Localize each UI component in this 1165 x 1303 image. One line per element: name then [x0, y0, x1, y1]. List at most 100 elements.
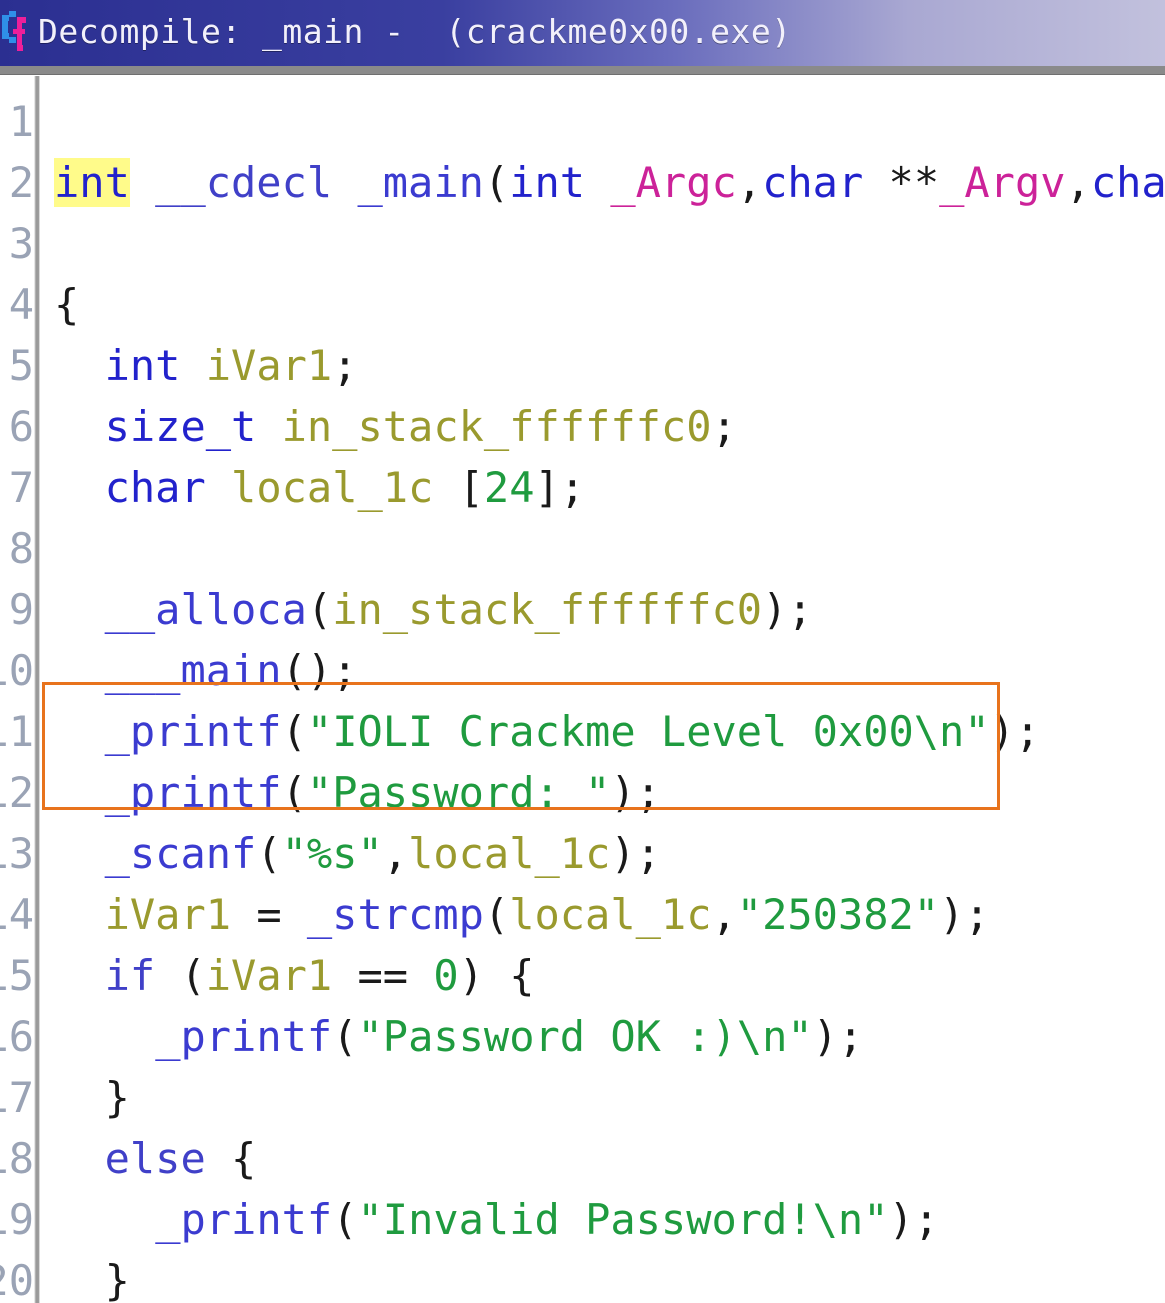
code-token: "Password: " [306, 768, 611, 817]
code-token: ); [812, 1012, 864, 1061]
code-line[interactable]: { [54, 274, 79, 335]
code-token: _printf [104, 768, 282, 817]
line-number: 5 [8, 341, 34, 390]
code-line[interactable]: char local_1c [24]; [105, 457, 585, 518]
titlebar-divider [0, 66, 1165, 75]
code-token: iVar1 [104, 890, 232, 939]
code-token: , [736, 158, 763, 207]
code-token: _scanf [104, 829, 257, 878]
code-token: { [54, 280, 80, 329]
code-token: } [104, 1073, 130, 1122]
code-token: ); [989, 707, 1041, 756]
line-number: 19 [0, 1195, 34, 1244]
code-line[interactable]: if (iVar1 == 0) { [105, 945, 535, 1006]
code-token: ; [711, 402, 737, 451]
code-token: ( [281, 707, 307, 756]
code-token: char [1090, 158, 1165, 207]
code-token: ); [610, 829, 661, 878]
code-line[interactable]: iVar1 = _strcmp(local_1c,"250382"); [105, 884, 990, 945]
code-token: == [332, 951, 434, 1000]
code-token: in_stack_ffffffc0 [281, 402, 712, 451]
line-number: 14 [0, 890, 34, 939]
code-token: } [104, 1256, 130, 1303]
code-line[interactable]: ___main(); [105, 640, 358, 701]
code-token: "Invalid Password!\n" [357, 1195, 889, 1244]
code-token: local_1c [231, 463, 434, 512]
code-token: , [711, 890, 737, 939]
line-number: 16 [0, 1012, 34, 1061]
code-token: char [762, 158, 864, 207]
code-token: ); [610, 768, 661, 817]
decompiler-window-titlebar: Decompile: _main - (crackme0x00.exe) [0, 0, 1165, 66]
code-token: ); [762, 585, 813, 634]
code-line[interactable]: _printf("Invalid Password!\n"); [155, 1189, 939, 1250]
code-line[interactable]: else { [105, 1128, 257, 1189]
code-line[interactable]: int iVar1; [105, 335, 358, 396]
line-number: 18 [0, 1134, 34, 1183]
line-number: 1 [8, 97, 34, 146]
code-token: _printf [155, 1012, 333, 1061]
line-number: 6 [8, 402, 34, 451]
line-number-clip: 1234567891011121314151617181920 [0, 76, 34, 1303]
code-token: "250382" [736, 890, 940, 939]
line-number: 20 [0, 1256, 34, 1303]
code-token: ___main [104, 646, 282, 695]
code-token: ** [863, 158, 940, 207]
code-token: [ [433, 463, 484, 512]
code-line[interactable]: size_t in_stack_ffffffc0; [105, 396, 737, 457]
line-number: 11 [0, 707, 34, 756]
code-token: ]; [534, 463, 586, 512]
code-token: int [509, 158, 586, 207]
code-token: (); [281, 646, 358, 695]
code-token: _main [357, 158, 484, 207]
code-content[interactable]: int __cdecl _main(int _Argc,char **_Argv… [40, 76, 1165, 1303]
code-token: { [205, 1134, 257, 1183]
code-token: ( [483, 890, 510, 939]
line-number: 8 [8, 524, 34, 573]
line-number: 17 [0, 1073, 34, 1122]
code-line[interactable]: } [105, 1250, 130, 1303]
line-number-gutter: 1234567891011121314151617181920 [0, 76, 34, 1303]
code-token: 24 [483, 463, 535, 512]
code-line[interactable]: int __cdecl _main(int _Argc,char **_Argv… [54, 152, 1165, 213]
code-token: ; [332, 341, 358, 390]
code-token: __alloca [104, 585, 307, 634]
code-token: ( [281, 768, 307, 817]
code-token: , [382, 829, 409, 878]
code-line[interactable]: } [105, 1067, 130, 1128]
code-line[interactable]: _scanf("%s",local_1c); [105, 823, 661, 884]
code-token: "%s" [281, 829, 383, 878]
code-token: in_stack_ffffffc0 [332, 585, 763, 634]
code-token: ); [939, 890, 990, 939]
code-line[interactable]: _printf("IOLI Crackme Level 0x00\n"); [105, 701, 1041, 762]
decompiler-function-icon [1, 7, 31, 55]
code-token: "Password OK :)\n" [357, 1012, 813, 1061]
code-token: _Argc [610, 158, 737, 207]
code-line[interactable]: _printf("Password: "); [105, 762, 661, 823]
code-line[interactable]: __alloca(in_stack_ffffffc0); [105, 579, 813, 640]
page-title: Decompile: _main - (crackme0x00.exe) [38, 12, 792, 51]
decompiler-code-panel[interactable]: 1234567891011121314151617181920 int __cd… [0, 76, 1165, 1303]
code-token: _Argv [939, 158, 1066, 207]
code-token: ( [256, 829, 282, 878]
code-token: , [1065, 158, 1091, 207]
code-line[interactable]: _printf("Password OK :)\n"); [155, 1006, 863, 1067]
code-token: ( [332, 1012, 358, 1061]
code-token: ( [155, 951, 206, 1000]
code-token: ( [332, 1195, 358, 1244]
code-token: local_1c [408, 829, 611, 878]
code-token: else [104, 1134, 206, 1183]
code-token: local_1c [509, 890, 712, 939]
code-token: ) { [458, 951, 535, 1000]
code-token: size_t [104, 402, 257, 451]
code-token: char [104, 463, 206, 512]
line-number: 4 [8, 280, 34, 329]
code-token: __cdecl [155, 158, 333, 207]
line-number: 10 [0, 646, 34, 695]
line-number: 2 [8, 158, 34, 207]
code-token: "IOLI Crackme Level 0x00\n" [306, 707, 990, 756]
